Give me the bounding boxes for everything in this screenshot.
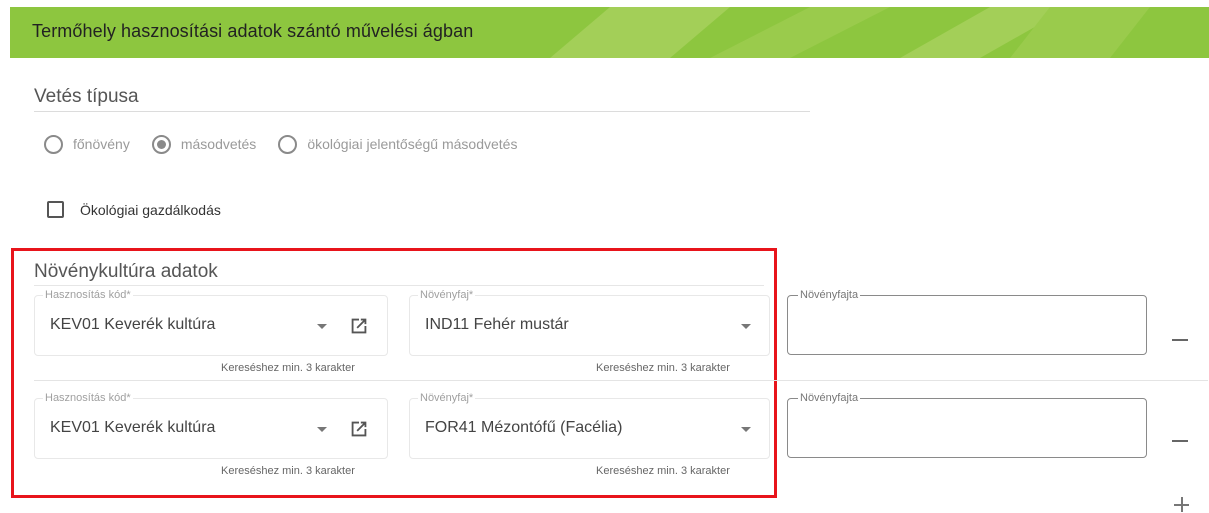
usage-code-value[interactable]: KEV01 Keverék kultúra (50, 316, 215, 334)
radio-label: főnövény (73, 136, 130, 152)
radio-unchecked-icon[interactable] (278, 134, 298, 154)
species-hint: Kereséshez min. 3 karakter (596, 362, 730, 374)
seeding-type-title: Vetés típusa (34, 86, 139, 107)
remove-row-button[interactable] (1172, 331, 1190, 349)
usage-code-hint: Kereséshez min. 3 karakter (221, 362, 355, 374)
chevron-down-icon[interactable] (741, 427, 751, 432)
variety-label: Növényfajta (798, 391, 861, 405)
open-in-new-icon[interactable] (348, 315, 370, 337)
species-value[interactable]: FOR41 Mézontófű (Facélia) (425, 419, 622, 437)
page-title: Termőhely hasznosítási adatok szántó műv… (32, 21, 474, 41)
chevron-down-icon[interactable] (317, 427, 327, 432)
species-field[interactable]: Növényfaj* IND11 Fehér mustár (409, 288, 770, 356)
species-hint: Kereséshez min. 3 karakter (596, 465, 730, 477)
checkbox-label: Ökológiai gazdálkodás (80, 201, 221, 218)
species-label: Növényfaj* (418, 391, 476, 405)
crop-title-divider (34, 285, 764, 286)
seeding-type-radio-group: főnövény másodvetés ökológiai jelentőség… (44, 133, 539, 155)
radio-checked-icon[interactable] (151, 134, 171, 154)
chevron-down-icon[interactable] (317, 324, 327, 329)
radio-label: másodvetés (180, 136, 257, 152)
minus-icon (1172, 440, 1188, 442)
crop-data-title: Növénykultúra adatok (34, 261, 218, 282)
radio-unchecked-icon[interactable] (44, 134, 63, 154)
section-banner: Termőhely hasznosítási adatok szántó műv… (10, 7, 1209, 58)
species-value[interactable]: IND11 Fehér mustár (425, 316, 569, 334)
radio-main-crop[interactable]: főnövény (44, 134, 130, 154)
species-field[interactable]: Növényfaj* FOR41 Mézontófű (Facélia) (409, 391, 770, 459)
usage-code-field[interactable]: Hasznosítás kód* KEV01 Keverék kultúra (34, 391, 388, 459)
radio-ecological-second-crop[interactable]: ökológiai jelentőségű másodvetés (278, 134, 518, 154)
variety-label: Növényfajta (798, 288, 861, 302)
add-row-button[interactable] (1174, 497, 1190, 513)
checkbox-icon[interactable] (47, 201, 64, 218)
seeding-divider (34, 111, 810, 112)
species-label: Növényfaj* (418, 288, 476, 302)
usage-code-value[interactable]: KEV01 Keverék kultúra (50, 419, 215, 437)
minus-icon (1172, 339, 1188, 341)
row-divider (34, 380, 1208, 381)
usage-code-label: Hasznosítás kód* (43, 288, 133, 302)
remove-row-button[interactable] (1172, 432, 1190, 450)
chevron-down-icon[interactable] (741, 324, 751, 329)
variety-field[interactable]: Növényfajta (787, 288, 1147, 355)
usage-code-hint: Kereséshez min. 3 karakter (221, 465, 355, 477)
open-in-new-icon[interactable] (348, 418, 370, 440)
variety-field[interactable]: Növényfajta (787, 391, 1147, 458)
radio-label: ökológiai jelentőségű másodvetés (307, 136, 518, 152)
usage-code-field[interactable]: Hasznosítás kód* KEV01 Keverék kultúra (34, 288, 388, 356)
ecological-farming-checkbox[interactable]: Ökológiai gazdálkodás (47, 201, 221, 218)
usage-code-label: Hasznosítás kód* (43, 391, 133, 405)
radio-second-crop[interactable]: másodvetés (151, 134, 257, 154)
